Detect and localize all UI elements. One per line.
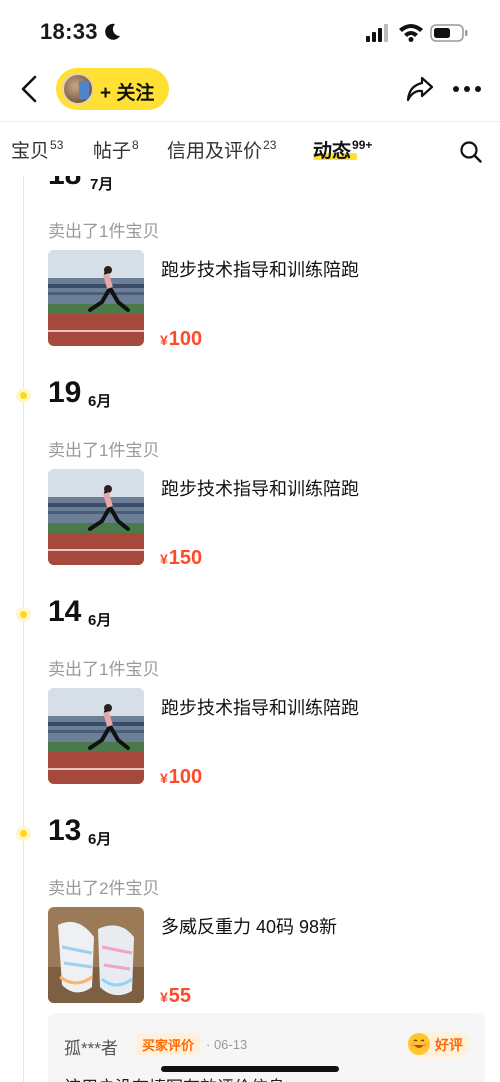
follow-button[interactable]: + 关注 xyxy=(56,68,169,110)
date-month: 7月 xyxy=(90,176,114,193)
back-arrow-icon[interactable] xyxy=(18,74,42,104)
review-text: 该用户没有填写有效评价信息 xyxy=(64,1073,285,1082)
share-icon[interactable] xyxy=(406,76,434,102)
price-currency: ¥ xyxy=(160,332,168,348)
reviewer-name: 孤***者 xyxy=(64,1039,118,1058)
rating-label: 好评 xyxy=(435,1037,463,1053)
moon-icon xyxy=(105,23,120,40)
activity-feed[interactable]: 18 7月 卖出了1件宝贝 跑步技术指导和训练陪跑 ¥100 19 6月 卖出了… xyxy=(0,176,500,1082)
price-currency: ¥ xyxy=(160,989,168,1005)
date-day: 14 xyxy=(48,595,82,628)
item-thumbnail[interactable] xyxy=(48,469,144,565)
tab-activity[interactable]: 动态99+ xyxy=(313,136,372,163)
tab-label: 信用及评价 xyxy=(167,141,263,162)
sold-count-text: 卖出了1件宝贝 xyxy=(48,441,160,460)
item-title[interactable]: 跑步技术指导和训练陪跑 xyxy=(161,694,359,720)
date-month: 6月 xyxy=(88,831,112,848)
item-title[interactable]: 多威反重力 40码 98新 xyxy=(161,913,337,939)
buyer-review-badge: 买家评价 xyxy=(136,1033,201,1055)
tab-items[interactable]: 宝贝53 xyxy=(11,136,63,163)
battery-icon xyxy=(430,24,468,42)
home-indicator[interactable] xyxy=(161,1066,339,1072)
item-title[interactable]: 跑步技术指导和训练陪跑 xyxy=(161,256,359,282)
runner-photo xyxy=(48,688,144,784)
status-time: 18:33 xyxy=(40,19,98,44)
item-price: ¥100 xyxy=(160,328,202,351)
item-price: ¥100 xyxy=(160,766,202,789)
item-price: ¥150 xyxy=(160,547,202,570)
timeline-dot xyxy=(16,826,31,841)
date-day: 19 xyxy=(48,376,82,409)
cellular-signal-icon xyxy=(366,24,388,42)
smiley-face-icon xyxy=(408,1033,430,1055)
follow-label: + 关注 xyxy=(100,83,155,104)
price-currency: ¥ xyxy=(160,551,168,567)
tab-count: 99+ xyxy=(352,138,373,152)
date-day: 18 xyxy=(48,176,81,192)
sold-count-text: 卖出了2件宝贝 xyxy=(48,879,160,898)
date-month: 6月 xyxy=(88,612,112,629)
item-thumbnail[interactable] xyxy=(48,688,144,784)
timeline-dot xyxy=(16,607,31,622)
shoes-photo xyxy=(48,907,144,1003)
top-nav-bar: + 关注 xyxy=(0,66,500,122)
tab-label: 动态 xyxy=(313,141,352,162)
price-value: 100 xyxy=(168,766,203,788)
seller-avatar[interactable] xyxy=(62,73,94,105)
tab-count: 53 xyxy=(50,138,64,152)
runner-photo xyxy=(48,469,144,565)
sold-count-text: 卖出了1件宝贝 xyxy=(48,222,160,241)
timeline-line xyxy=(23,176,24,1082)
date-month: 6月 xyxy=(88,393,112,410)
search-icon[interactable] xyxy=(459,140,483,164)
tab-credit-reviews[interactable]: 信用及评价23 xyxy=(167,136,276,163)
price-value: 55 xyxy=(168,985,192,1007)
price-value: 150 xyxy=(168,547,203,569)
review-date: · 06-13 xyxy=(206,1037,248,1052)
sold-count-text: 卖出了1件宝贝 xyxy=(48,660,160,679)
date-day: 13 xyxy=(48,814,82,847)
tab-label: 帖子 xyxy=(93,141,132,162)
price-value: 100 xyxy=(168,328,203,350)
good-rating-badge: 好评 xyxy=(407,1031,469,1057)
tab-count: 23 xyxy=(263,138,277,152)
tab-bar: 宝贝53 帖子8 信用及评价23 动态99+ xyxy=(0,122,500,176)
item-price: ¥55 xyxy=(160,985,191,1008)
tab-label: 宝贝 xyxy=(11,141,50,162)
tab-posts[interactable]: 帖子8 xyxy=(93,136,139,163)
item-thumbnail[interactable] xyxy=(48,250,144,346)
price-currency: ¥ xyxy=(160,770,168,786)
status-bar: 18:33 xyxy=(0,0,500,66)
more-options-icon[interactable] xyxy=(452,84,482,94)
wifi-icon xyxy=(399,24,423,42)
timeline-dot xyxy=(16,388,31,403)
tab-count: 8 xyxy=(132,138,139,152)
runner-photo xyxy=(48,250,144,346)
item-thumbnail[interactable] xyxy=(48,907,144,1003)
item-title[interactable]: 跑步技术指导和训练陪跑 xyxy=(161,475,359,501)
